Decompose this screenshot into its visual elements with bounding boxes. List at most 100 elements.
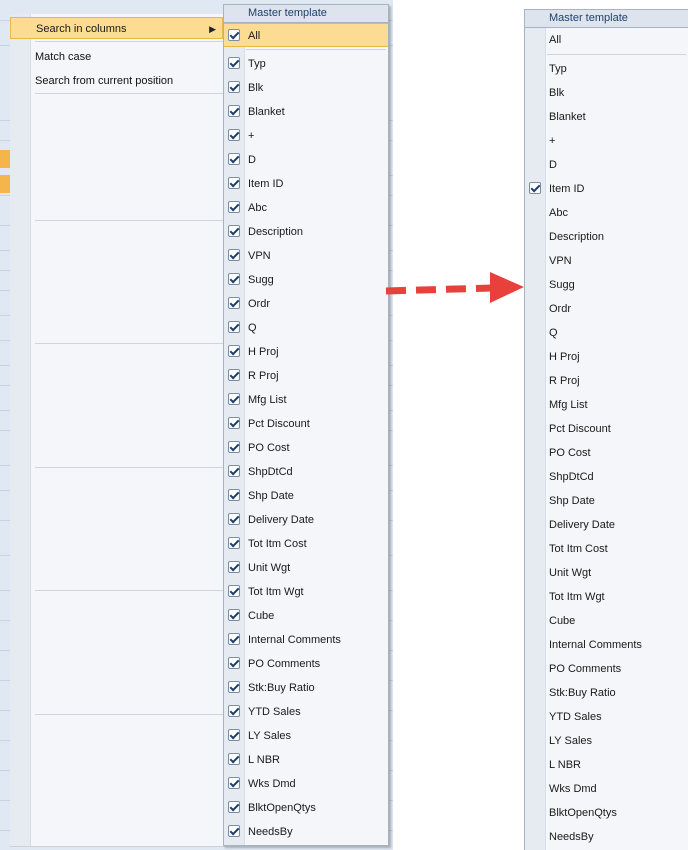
checked-checkbox-icon[interactable] [228,321,240,333]
column-option[interactable]: Description [525,225,688,249]
checked-checkbox-icon[interactable] [228,441,240,453]
checked-checkbox-icon[interactable] [228,729,240,741]
column-option[interactable]: BlktOpenQtys [224,796,388,820]
checked-checkbox-icon[interactable] [228,57,240,69]
column-option[interactable]: Tot Itm Wgt [525,585,688,609]
column-option[interactable]: Blanket [525,105,688,129]
checked-checkbox-icon[interactable] [228,465,240,477]
checked-checkbox-icon[interactable] [529,182,541,194]
column-option[interactable]: Sugg [224,268,388,292]
checked-checkbox-icon[interactable] [228,537,240,549]
column-option[interactable]: Wks Dmd [525,777,688,801]
column-option[interactable]: R Proj [224,364,388,388]
checked-checkbox-icon[interactable] [228,81,240,93]
column-option[interactable]: Sugg [525,273,688,297]
column-option[interactable]: D [224,148,388,172]
column-option[interactable]: Q [525,321,688,345]
column-option[interactable]: ShpDtCd [224,460,388,484]
column-option[interactable]: Abc [525,201,688,225]
checked-checkbox-icon[interactable] [228,225,240,237]
column-option[interactable]: Stk:Buy Ratio [525,681,688,705]
column-option[interactable]: Internal Comments [224,628,388,652]
column-option[interactable]: Tot Itm Cost [525,537,688,561]
column-option[interactable]: YTD Sales [224,700,388,724]
column-option[interactable]: All [525,28,688,52]
checked-checkbox-icon[interactable] [228,129,240,141]
checked-checkbox-icon[interactable] [228,585,240,597]
checked-checkbox-icon[interactable] [228,393,240,405]
column-option[interactable]: NeedsBy [525,825,688,849]
checked-checkbox-icon[interactable] [228,297,240,309]
column-option[interactable]: BlktOpenQtys [525,801,688,825]
checked-checkbox-icon[interactable] [228,513,240,525]
checked-checkbox-icon[interactable] [228,249,240,261]
checked-checkbox-icon[interactable] [228,177,240,189]
column-option[interactable]: Typ [525,57,688,81]
checked-checkbox-icon[interactable] [228,633,240,645]
column-option[interactable]: Tot Itm Wgt [224,580,388,604]
column-option[interactable]: R Proj [525,369,688,393]
checked-checkbox-icon[interactable] [228,777,240,789]
column-option[interactable]: PO Cost [224,436,388,460]
column-option[interactable]: Blk [224,76,388,100]
column-option[interactable]: H Proj [224,340,388,364]
column-option[interactable]: Blanket [224,100,388,124]
checked-checkbox-icon[interactable] [228,609,240,621]
column-option[interactable]: Pct Discount [525,417,688,441]
column-option[interactable]: Shp Date [224,484,388,508]
column-option[interactable]: Description [224,220,388,244]
column-option[interactable]: Internal Comments [525,633,688,657]
column-option[interactable]: Abc [224,196,388,220]
column-option[interactable]: All [224,23,388,47]
checked-checkbox-icon[interactable] [228,105,240,117]
column-option[interactable]: LY Sales [224,724,388,748]
column-option[interactable]: PO Comments [525,657,688,681]
checked-checkbox-icon[interactable] [228,753,240,765]
column-option[interactable]: Cube [224,604,388,628]
column-option[interactable]: Pct Discount [224,412,388,436]
column-option[interactable]: Cube [525,609,688,633]
column-option[interactable]: Mfg List [224,388,388,412]
column-option[interactable]: H Proj [525,345,688,369]
column-option[interactable]: D [525,153,688,177]
column-option[interactable]: Stk:Buy Ratio [224,676,388,700]
checked-checkbox-icon[interactable] [228,561,240,573]
column-option[interactable]: LY Sales [525,729,688,753]
column-option[interactable]: Delivery Date [525,513,688,537]
column-option[interactable]: VPN [525,249,688,273]
column-option[interactable]: L NBR [224,748,388,772]
checked-checkbox-icon[interactable] [228,705,240,717]
column-option[interactable]: PO Comments [224,652,388,676]
column-option[interactable]: + [525,129,688,153]
column-option[interactable]: Wks Dmd [224,772,388,796]
column-option[interactable]: + [224,124,388,148]
column-option[interactable]: Shp Date [525,489,688,513]
checked-checkbox-icon[interactable] [228,801,240,813]
menu-item-2[interactable]: Search from current position [35,70,173,92]
column-option[interactable]: NeedsBy [224,820,388,844]
column-option[interactable]: Tot Itm Cost [224,532,388,556]
checked-checkbox-icon[interactable] [228,153,240,165]
column-option[interactable]: Mfg List [525,393,688,417]
checked-checkbox-icon[interactable] [228,657,240,669]
column-option[interactable]: Q [224,316,388,340]
column-option[interactable]: Item ID [525,177,688,201]
checked-checkbox-icon[interactable] [228,417,240,429]
column-option[interactable]: PO Cost [525,441,688,465]
column-option[interactable]: Item ID [224,172,388,196]
checked-checkbox-icon[interactable] [228,369,240,381]
checked-checkbox-icon[interactable] [228,681,240,693]
column-option[interactable]: Unit Wgt [525,561,688,585]
checked-checkbox-icon[interactable] [228,201,240,213]
column-option[interactable]: Ordr [525,297,688,321]
checked-checkbox-icon[interactable] [228,489,240,501]
column-option[interactable]: Ordr [224,292,388,316]
column-option[interactable]: Blk [525,81,688,105]
column-option[interactable]: Unit Wgt [224,556,388,580]
menu-item-1[interactable]: Match case [35,46,91,68]
column-option[interactable]: YTD Sales [525,705,688,729]
column-option[interactable]: Typ [224,52,388,76]
column-option[interactable]: L NBR [525,753,688,777]
column-option[interactable]: VPN [224,244,388,268]
menu-item-0[interactable]: Search in columns ▶ [10,17,223,39]
